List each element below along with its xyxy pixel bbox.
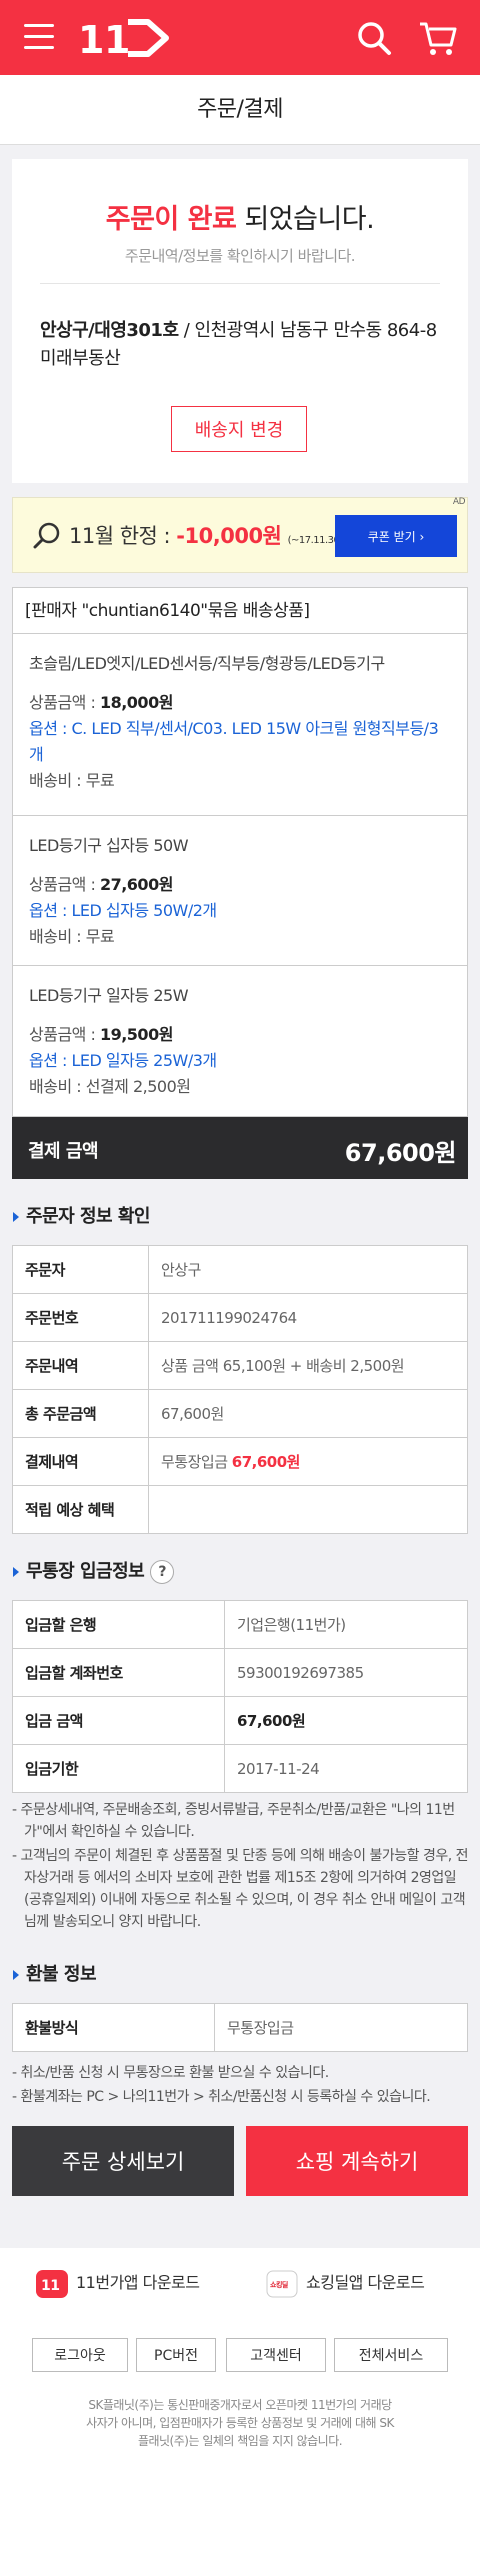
svg-text:11: 11: [41, 2278, 59, 2294]
customer-center-link[interactable]: 고객센터: [226, 2338, 326, 2372]
item-shipping: 배송비 : 무료: [29, 927, 115, 946]
pc-version-link[interactable]: PC버전: [136, 2338, 216, 2372]
deposit-notes: - 주문상세내역, 주문배송조회, 증빙서류발급, 주문취소/반품/교환은 "나…: [12, 1799, 469, 1933]
order-detail-button[interactable]: 주문 상세보기: [12, 2126, 234, 2196]
seller-bundle: [판매자 "chuntian6140"묶음 배송상품] 초슬림/LED엣지/LE…: [12, 587, 468, 1117]
table-row: 입금할 계좌번호 59300192697385: [12, 1648, 468, 1697]
item-name: LED등기구 십자등 50W: [29, 836, 189, 855]
item-name: LED등기구 일자등 25W: [29, 986, 189, 1005]
search-icon[interactable]: [356, 20, 392, 56]
seller-bundle-header: [판매자 "chuntian6140"묶음 배송상품]: [13, 588, 467, 634]
help-icon[interactable]: ?: [150, 1560, 175, 1584]
footer-links: 로그아웃 PC버전 고객센터 전체서비스: [0, 2338, 480, 2372]
svg-text:11: 11: [78, 18, 130, 60]
note-text: - 취소/반품 신청 시 무통장으로 환불 받으실 수 있습니다.: [12, 2065, 329, 2081]
page-title: 주문/결제: [0, 75, 480, 145]
payment-total-bar: 결제 금액 67,600원: [12, 1117, 468, 1179]
cart-icon[interactable]: [418, 18, 458, 58]
coupon-text: 11월 한정 : -10,000원 (~17.11.30): [69, 524, 343, 548]
table-row: 입금 금액 67,600원: [12, 1696, 468, 1745]
note-text: - 환불계좌는 PC > 나의11번가 > 취소/반품신청 시 등록하실 수 있…: [12, 2089, 431, 2105]
item-name: 초슬림/LED엣지/LED센서등/직부등/형광등/LED등기구: [29, 654, 385, 673]
shipping-address: 안상구/대영301호 / 인천광역시 남동구 만수동 864-8 미래부동산: [40, 320, 437, 369]
orderer-section-title: 주문자 정보 확인: [12, 1189, 468, 1245]
divider: [40, 283, 440, 284]
orderer-info-table: 주문자 안상구 주문번호 201711199024764 주문내역 상품 금액 65,…: [12, 1245, 468, 1534]
order-complete-subtitle: 주문내역/정보를 확인하시기 바랍니다.: [124, 247, 356, 265]
table-row: 총 주문금액 67,600원: [12, 1389, 468, 1438]
order-item[interactable]: LED등기구 십자등 50W 상품금액 : 27,600원 옵션 : LED 십…: [13, 816, 467, 966]
11st-app-icon: 11: [36, 2269, 68, 2298]
table-row: 주문번호 201711199024764: [12, 1293, 468, 1342]
table-row: 결제내역 무통장입금 67,600원: [12, 1437, 468, 1486]
note-text: - 고객님의 주문이 체결된 후 상품품절 및 단종 등에 의해 배송이 불가능…: [12, 1848, 469, 1930]
deposit-section-title: 무통장 입금정보?: [12, 1544, 468, 1600]
table-row: 적립 예상 혜택: [12, 1485, 468, 1534]
item-price: 상품금액 : 19,500원: [29, 1025, 173, 1044]
action-buttons: 주문 상세보기 쇼핑 계속하기: [12, 2126, 468, 2196]
order-item[interactable]: 초슬림/LED엣지/LED센서등/직부등/형광등/LED등기구 상품금액 : 1…: [13, 634, 467, 816]
refund-section-title: 환불 정보: [12, 1947, 468, 2003]
order-complete-panel: 주문이 완료 되었습니다. 주문내역/정보를 확인하시기 바랍니다. 안상구/대…: [12, 159, 468, 483]
shocking-deal-app-icon: 쇼킹딜: [266, 2270, 298, 2297]
change-address-button[interactable]: 배송지 변경: [171, 406, 307, 452]
logout-link[interactable]: 로그아웃: [32, 2338, 128, 2372]
ad-mark: AD: [452, 497, 466, 507]
payment-total-value: 67,600원: [344, 1139, 457, 1167]
all-services-link[interactable]: 전체서비스: [334, 2338, 448, 2372]
note-text: - 주문상세내역, 주문배송조회, 증빙서류발급, 주문취소/반품/교환은 "나…: [12, 1802, 455, 1840]
refund-info-table: 환불방식 무통장입금: [12, 2003, 468, 2052]
item-shipping: 배송비 : 선결제 2,500원: [29, 1077, 191, 1096]
menu-icon[interactable]: [24, 24, 54, 50]
table-row: 환불방식 무통장입금: [12, 2003, 468, 2052]
table-row: 주문자 안상구: [12, 1245, 468, 1294]
item-option: 옵션 : LED 십자등 50W/2개: [29, 901, 217, 920]
order-item[interactable]: LED등기구 일자등 25W 상품금액 : 19,500원 옵션 : LED 일…: [13, 966, 467, 1116]
item-option: 옵션 : LED 일자등 25W/3개: [29, 1051, 217, 1070]
get-coupon-button[interactable]: 쿠폰 받기 ›: [335, 515, 457, 557]
continue-shopping-button[interactable]: 쇼핑 계속하기: [246, 2126, 468, 2196]
coupon-banner[interactable]: AD 11월 한정 : -10,000원 (~17.11.30) 쿠폰 받기 ›: [12, 497, 468, 573]
shocking-deal-app-download-link[interactable]: 쇼킹딜 쇼킹딜앱 다운로드: [266, 2268, 425, 2298]
order-complete-title: 주문이 완료 되었습니다.: [105, 204, 375, 235]
svg-text:쇼킹딜: 쇼킹딜: [270, 2280, 288, 2289]
item-price: 상품금액 : 27,600원: [29, 875, 173, 894]
11st-app-download-link[interactable]: 11 11번가앱 다운로드: [36, 2268, 200, 2298]
item-price: 상품금액 : 18,000원: [29, 693, 173, 712]
app-download-row: 11 11번가앱 다운로드 쇼킹딜 쇼킹딜앱 다운로드: [0, 2248, 480, 2314]
table-row: 입금할 은행 기업은행(11번가): [12, 1600, 468, 1649]
refund-notes: - 취소/반품 신청 시 무통장으로 환불 받으실 수 있습니다. - 환불계좌…: [12, 2062, 468, 2108]
payment-total-label: 결제 금액: [28, 1141, 99, 1162]
item-option: 옵션 : C. LED 직부/센서/C03. LED 15W 아크릴 원형직부등…: [29, 719, 439, 764]
table-row: 주문내역 상품 금액 65,100원 + 배송비 2,500원: [12, 1341, 468, 1390]
11st-logo[interactable]: 11: [78, 16, 170, 60]
magnifier-icon: [33, 522, 60, 549]
item-shipping: 배송비 : 무료: [29, 771, 115, 790]
footer: 11 11번가앱 다운로드 쇼킹딜 쇼킹딜앱 다운로드 로그아웃 PC버전 고객…: [0, 2248, 480, 2564]
deposit-info-table: 입금할 은행 기업은행(11번가) 입금할 계좌번호 59300192697385 …: [12, 1600, 468, 1793]
top-bar: 11: [0, 0, 480, 75]
table-row: 입금기한 2017-11-24: [12, 1744, 468, 1793]
legal-notice: SK플래닛(주)는 통신판매중개자로서 오픈마켓 11번가의 거래당사자가 아니…: [86, 2398, 394, 2448]
